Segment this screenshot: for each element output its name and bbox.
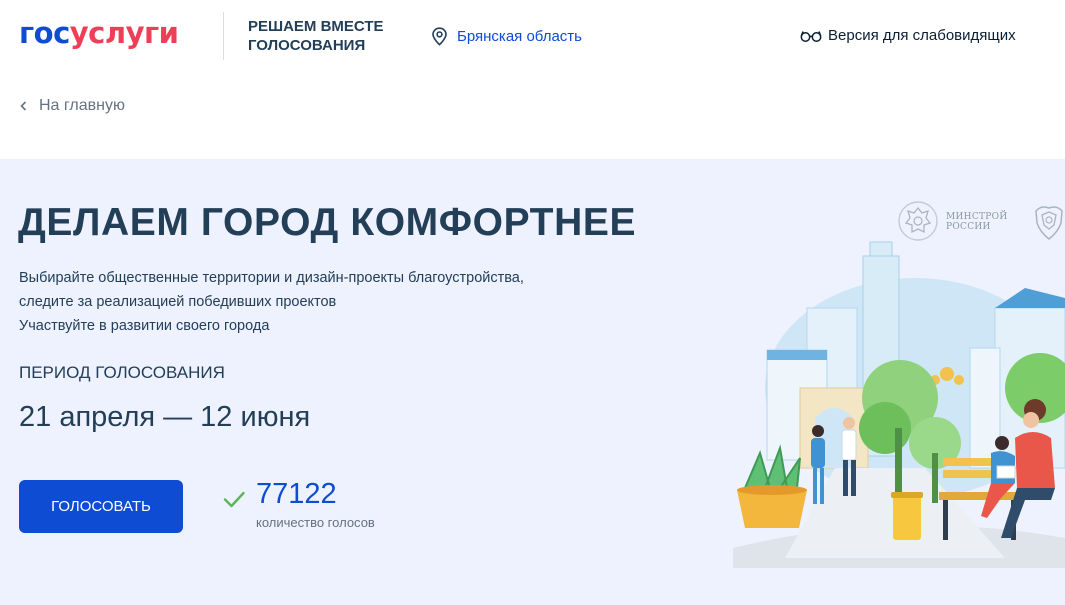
- logo-part-uslugi: услуги: [69, 16, 179, 50]
- site-header: госуслуги Решаем вместе голосования Брян…: [0, 0, 1065, 77]
- minstroy-label: МИНСТРОЙ РОССИИ: [946, 212, 1007, 232]
- header-divider: [223, 12, 224, 60]
- back-to-home-label: На главную: [39, 97, 125, 114]
- hero-description-line: следите за реализацией победивших проект…: [19, 294, 337, 310]
- low-vision-link[interactable]: Версия для слабовидящих: [800, 27, 1016, 44]
- checkmark-icon: [223, 491, 245, 508]
- vote-button[interactable]: Голосовать: [19, 480, 183, 533]
- glasses-icon: [800, 30, 822, 42]
- city-park-illustration: [733, 241, 1065, 568]
- back-to-home-link[interactable]: На главную: [19, 97, 125, 115]
- minstroy-line1: МИНСТРОЙ: [946, 212, 1008, 222]
- logo-part-gos: гос: [19, 16, 70, 50]
- hero-description-line: Участвуйте в развитии своего города: [19, 318, 270, 334]
- hero-title: Делаем город комфортнее: [18, 201, 637, 244]
- project-title[interactable]: Решаем вместе голосования: [248, 17, 384, 55]
- minstroy-line2: РОССИИ: [946, 222, 991, 232]
- coat-of-arms-icon: [1035, 206, 1063, 240]
- breadcrumb-bar: [0, 77, 1065, 159]
- project-title-line2: голосования: [248, 37, 366, 54]
- region-selector[interactable]: Брянская область: [431, 27, 582, 46]
- voting-period-label: Период голосования: [19, 363, 225, 382]
- hero-description-line: Выбирайте общественные территории и диза…: [19, 270, 524, 286]
- voting-period-value: 21 апреля — 12 июня: [19, 401, 311, 433]
- votes-count-label: количество голосов: [256, 515, 375, 530]
- project-title-line1: Решаем вместе: [248, 18, 384, 35]
- coat-of-arms-icon: [898, 201, 938, 241]
- low-vision-label: Версия для слабовидящих: [828, 27, 1016, 44]
- region-label: Брянская область: [457, 28, 582, 45]
- gosuslugi-logo[interactable]: госуслуги: [19, 16, 179, 50]
- chevron-left-icon: [20, 101, 27, 111]
- location-pin-icon: [432, 27, 447, 46]
- votes-count: 77122: [256, 478, 337, 510]
- hero-description: Выбирайте общественные территории и диза…: [19, 266, 524, 338]
